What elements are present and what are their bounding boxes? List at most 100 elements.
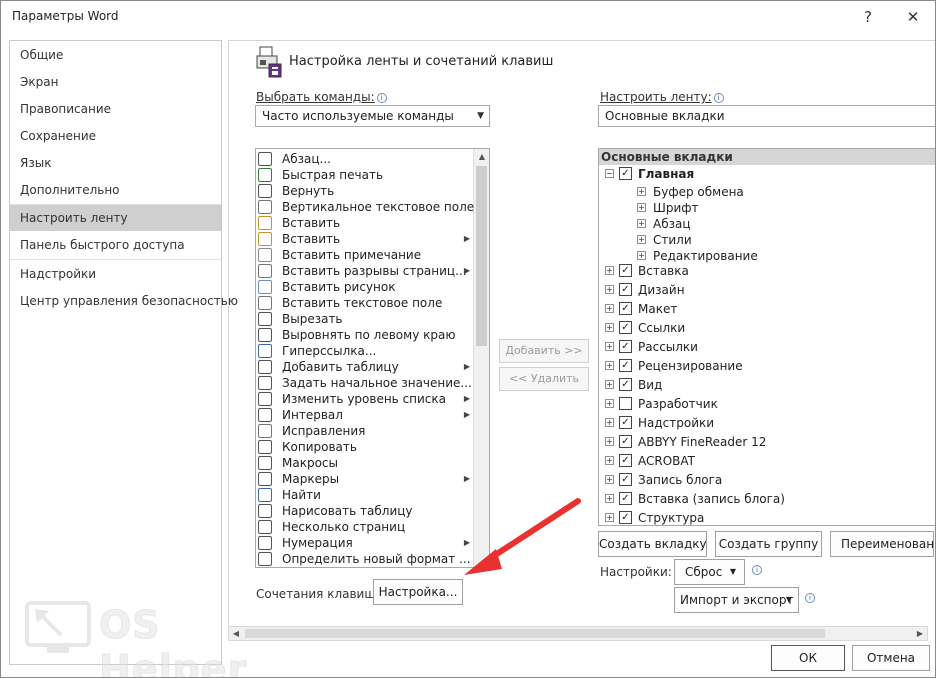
tree-item-tab[interactable]: + ✓ Вид — [599, 377, 935, 393]
expand-icon[interactable]: + — [605, 304, 614, 313]
tree-item-tab[interactable]: + ✓ Дизайн — [599, 282, 935, 298]
command-item[interactable]: Маркеры ▶ — [256, 471, 474, 487]
info-icon[interactable]: i — [376, 93, 387, 103]
ok-button[interactable]: ОК — [771, 645, 845, 671]
expand-icon[interactable]: + — [605, 399, 614, 408]
tab-checkbox[interactable] — [619, 397, 632, 410]
expand-icon[interactable]: + — [637, 235, 646, 244]
tab-checkbox[interactable]: ✓ — [619, 416, 632, 429]
tree-item-tab[interactable]: + ✓ Вставка (запись блога) — [599, 491, 935, 507]
command-item[interactable]: Копировать — [256, 439, 474, 455]
command-item[interactable]: Вырезать — [256, 311, 474, 327]
tab-checkbox[interactable]: ✓ — [619, 264, 632, 277]
expand-icon[interactable]: + — [605, 285, 614, 294]
tab-checkbox[interactable]: ✓ — [619, 283, 632, 296]
tree-item-group[interactable]: + Абзац — [599, 216, 935, 232]
new-tab-button[interactable]: Создать вкладку — [598, 531, 707, 557]
tree-item-tab[interactable]: + ✓ Рецензирование — [599, 358, 935, 374]
tab-checkbox[interactable]: ✓ — [619, 454, 632, 467]
tree-item-tab[interactable]: + ✓ Макет — [599, 301, 935, 317]
command-item[interactable]: Нумерация ▶ — [256, 535, 474, 551]
tab-checkbox[interactable]: ✓ — [619, 378, 632, 391]
expand-icon[interactable]: + — [605, 266, 614, 275]
scroll-thumb[interactable] — [476, 166, 487, 346]
new-group-button[interactable]: Создать группу — [715, 531, 822, 557]
import-export-button[interactable]: Импорт и экспорт ▼ — [674, 587, 799, 613]
commands-list[interactable]: ▲ Абзац... Быстрая печать Вернуть Вертикаль… — [255, 148, 490, 568]
command-item[interactable]: Выровнять по левому краю — [256, 327, 474, 343]
command-item[interactable]: Вернуть — [256, 183, 474, 199]
tab-checkbox[interactable]: ✓ — [619, 340, 632, 353]
nav-item[interactable]: Панель быстрого доступа — [10, 232, 221, 258]
expand-icon[interactable]: + — [605, 513, 614, 522]
expand-icon[interactable]: + — [605, 494, 614, 503]
add-button[interactable]: Добавить >> — [499, 339, 589, 363]
expand-icon[interactable]: + — [605, 475, 614, 484]
expand-icon[interactable]: + — [605, 342, 614, 351]
nav-item[interactable]: Правописание — [10, 96, 221, 122]
tab-checkbox[interactable]: ✓ — [619, 359, 632, 372]
tree-item-tab[interactable]: + ✓ Вставка — [599, 263, 935, 279]
info-icon[interactable]: i — [752, 565, 762, 575]
horizontal-scrollbar[interactable]: ◀ ▶ — [228, 626, 928, 641]
tree-item-tab[interactable]: + Разработчик — [599, 396, 935, 412]
command-item[interactable]: Изменить уровень списка ▶ — [256, 391, 474, 407]
ribbon-tabs-tree[interactable]: Основные вкладки − ✓ Главная + Буфер обмена +… — [598, 148, 935, 526]
tree-item-group[interactable]: + Буфер обмена — [599, 184, 935, 200]
tree-item-group[interactable]: + Шрифт — [599, 200, 935, 216]
nav-item[interactable]: Общие — [10, 42, 221, 68]
tree-item-tab[interactable]: + ✓ Структура — [599, 510, 935, 525]
expand-icon[interactable]: + — [637, 219, 646, 228]
nav-item[interactable]: Дополнительно — [10, 177, 221, 203]
tab-checkbox[interactable]: ✓ — [619, 473, 632, 486]
expand-icon[interactable]: + — [605, 380, 614, 389]
tree-item-tab[interactable]: + ✓ ACROBAT — [599, 453, 935, 469]
help-button[interactable]: ? — [851, 5, 885, 29]
tree-item-tab[interactable]: + ✓ Рассылки — [599, 339, 935, 355]
tree-item-tab[interactable]: + ✓ ABBYY FineReader 12 — [599, 434, 935, 450]
info-icon[interactable]: i — [713, 93, 724, 103]
expand-icon[interactable]: + — [605, 323, 614, 332]
cancel-button[interactable]: Отмена — [852, 645, 930, 671]
command-item[interactable]: Задать начальное значение... — [256, 375, 474, 391]
command-item[interactable]: Найти — [256, 487, 474, 503]
scroll-up-icon[interactable]: ▲ — [474, 149, 489, 165]
customize-ribbon-combo[interactable]: Основные вкладки — [598, 105, 935, 127]
tab-checkbox[interactable]: ✓ — [619, 492, 632, 505]
command-item[interactable]: Вставить ▶ — [256, 231, 474, 247]
nav-item[interactable]: Центр управления безопасностью — [10, 288, 238, 314]
expand-icon[interactable]: + — [637, 203, 646, 212]
expand-icon[interactable]: + — [637, 251, 646, 260]
expand-icon[interactable]: + — [605, 456, 614, 465]
command-item[interactable]: Интервал ▶ — [256, 407, 474, 423]
command-item[interactable]: Добавить таблицу ▶ — [256, 359, 474, 375]
command-item[interactable]: Вставить разрывы страниц... ▶ — [256, 263, 474, 279]
command-item[interactable]: Исправления — [256, 423, 474, 439]
command-item[interactable]: Определить новый формат ... — [256, 551, 474, 567]
tree-item-group[interactable]: + Стили — [599, 232, 935, 248]
tree-item-home[interactable]: − ✓ Главная — [599, 166, 935, 182]
tab-checkbox[interactable]: ✓ — [619, 321, 632, 334]
nav-item[interactable]: Сохранение — [10, 123, 221, 149]
tree-item-group[interactable]: + Редактирование — [599, 248, 935, 264]
info-icon[interactable]: i — [805, 593, 815, 603]
tree-item-tab[interactable]: + ✓ Надстройки — [599, 415, 935, 431]
expand-icon[interactable]: + — [605, 437, 614, 446]
nav-item[interactable]: Настроить ленту — [10, 205, 221, 231]
scroll-thumb[interactable] — [245, 629, 825, 638]
command-item[interactable]: Абзац... — [256, 151, 474, 167]
command-item[interactable]: Гиперссылка... — [256, 343, 474, 359]
tree-item-tab[interactable]: + ✓ Ссылки — [599, 320, 935, 336]
scroll-right-icon[interactable]: ▶ — [913, 627, 927, 640]
tab-checkbox[interactable]: ✓ — [619, 435, 632, 448]
expand-icon[interactable]: + — [605, 361, 614, 370]
command-item[interactable]: Быстрая печать — [256, 167, 474, 183]
reset-button[interactable]: Сброс ▼ — [674, 559, 745, 585]
command-item[interactable]: Вставить рисунок — [256, 279, 474, 295]
tab-checkbox[interactable]: ✓ — [619, 302, 632, 315]
tree-item-tab[interactable]: + ✓ Запись блога — [599, 472, 935, 488]
choose-commands-combo[interactable]: Часто используемые команды ▼ — [255, 105, 490, 127]
customize-shortcuts-button[interactable]: Настройка... — [373, 579, 463, 605]
command-item[interactable]: Вставить примечание — [256, 247, 474, 263]
nav-item[interactable]: Язык — [10, 150, 221, 176]
